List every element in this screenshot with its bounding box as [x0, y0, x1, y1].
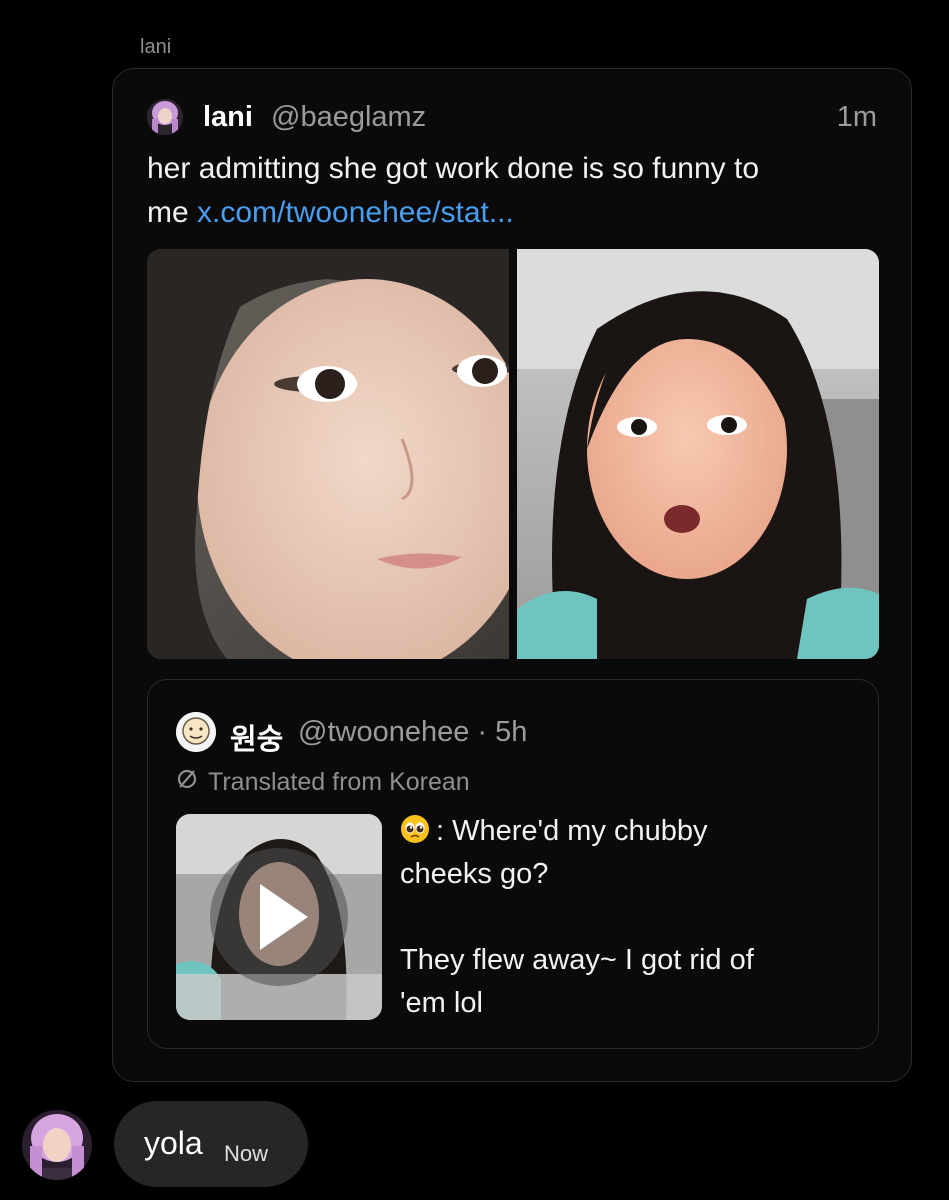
- post-timestamp: 1m: [836, 101, 877, 133]
- author-name[interactable]: lani: [203, 101, 253, 134]
- post-photo-1[interactable]: [147, 249, 509, 659]
- reply-message-text: yola: [144, 1125, 203, 1161]
- author-avatar[interactable]: [147, 99, 183, 135]
- reply-message-bubble[interactable]: yola Now: [114, 1101, 308, 1187]
- pleading-face-emoji: [401, 815, 429, 843]
- translation-notice[interactable]: Translated from Korean: [176, 768, 470, 797]
- translation-label: Translated from Korean: [208, 768, 470, 796]
- quoted-author-name[interactable]: 원숭: [230, 716, 283, 758]
- play-button[interactable]: [210, 848, 348, 986]
- reply-message-time: Now: [224, 1141, 269, 1166]
- quoted-text-line1: : Where'd my chubby: [436, 815, 708, 847]
- quoted-post-header: 원숭 @twoonehee · 5h: [176, 712, 776, 756]
- quoted-post-text: : Where'd my chubby cheeks go? They flew…: [400, 810, 840, 1025]
- post-text: her admitting she got work done is so fu…: [147, 147, 877, 235]
- message-sender-label: lani: [140, 36, 172, 58]
- post-photo-2[interactable]: [517, 249, 879, 659]
- quoted-author-handle-time[interactable]: @twoonehee · 5h: [298, 716, 527, 749]
- post-header: lani @baeglamz 1m: [147, 97, 877, 137]
- shared-post-card[interactable]: lani @baeglamz 1m her admitting she got …: [112, 68, 912, 1082]
- quoted-post-card[interactable]: 원숭 @twoonehee · 5h Translated from Korea…: [147, 679, 879, 1049]
- quoted-text-line3: They flew away~ I got rid of: [400, 944, 754, 976]
- quoted-author-avatar[interactable]: [176, 712, 216, 752]
- quoted-text-line2: cheeks go?: [400, 858, 549, 890]
- post-text-line2: me: [147, 196, 198, 229]
- slashed-circle-icon: [176, 768, 200, 797]
- reply-sender-avatar[interactable]: [22, 1110, 92, 1180]
- quoted-text-line4: 'em lol: [400, 987, 483, 1019]
- quoted-video-thumbnail[interactable]: [176, 814, 382, 1020]
- author-handle[interactable]: @baeglamz: [271, 101, 426, 134]
- post-link[interactable]: x.com/twoonehee/stat...: [197, 196, 514, 229]
- post-text-line1: her admitting she got work done is so fu…: [147, 152, 760, 185]
- post-media-grid: [147, 249, 879, 659]
- play-icon: [260, 884, 308, 950]
